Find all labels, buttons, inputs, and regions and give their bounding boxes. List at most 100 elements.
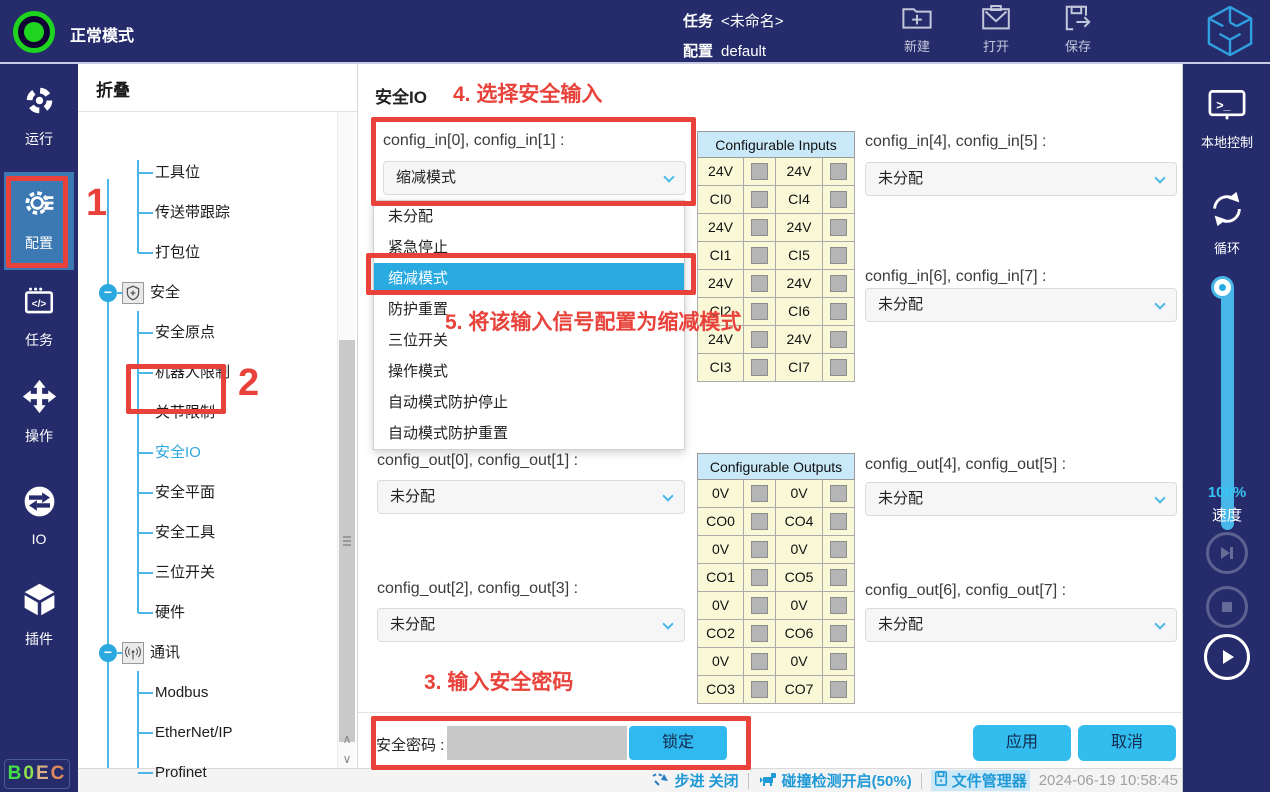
config-in67-select[interactable]: 未分配 (865, 288, 1177, 322)
io-checkbox[interactable] (830, 275, 847, 292)
cycle-button[interactable]: 循环 (1183, 190, 1270, 257)
io-checkbox[interactable] (751, 513, 768, 530)
new-file-icon (901, 8, 933, 35)
io-checkbox[interactable] (751, 485, 768, 502)
collapse-toggle-icon[interactable]: − (99, 284, 117, 302)
io-checkbox[interactable] (830, 625, 847, 642)
io-checkbox[interactable] (830, 191, 847, 208)
io-checkbox[interactable] (751, 541, 768, 558)
io-checkbox[interactable] (830, 163, 847, 180)
config-out67-select[interactable]: 未分配 (865, 608, 1177, 642)
tree-item-14[interactable]: EtherNet/IP (78, 713, 334, 753)
io-checkbox[interactable] (751, 359, 768, 376)
io-checkbox[interactable] (830, 485, 847, 502)
io-checkbox[interactable] (751, 275, 768, 292)
io-terminal-cell: CO1 (697, 564, 744, 592)
tree-item-9[interactable]: 安全工具 (78, 513, 334, 553)
play-button[interactable] (1204, 634, 1250, 680)
io-checkbox[interactable] (751, 191, 768, 208)
apply-button[interactable]: 应用 (973, 725, 1071, 761)
tree-item-0[interactable]: 工具位 (78, 153, 334, 193)
tree-item-3[interactable]: − 安全 (78, 273, 334, 313)
tree-item-1[interactable]: 传送带跟踪 (78, 193, 334, 233)
save-button[interactable]: 保存 (1046, 4, 1110, 55)
dropdown-option-3[interactable]: 防护重置 (374, 294, 684, 325)
file-manager-button[interactable]: 文件管理器 (930, 770, 1030, 791)
tree-item-8[interactable]: 安全平面 (78, 473, 334, 513)
tree-item-5[interactable]: 机器人限制 (78, 353, 334, 393)
dropdown-option-5[interactable]: 操作模式 (374, 356, 684, 387)
io-checkbox[interactable] (830, 303, 847, 320)
io-checkbox[interactable] (751, 653, 768, 670)
stop-button[interactable] (1206, 586, 1248, 628)
config-out23-select[interactable]: 未分配 (377, 608, 685, 642)
dropdown-option-6[interactable]: 自动模式防护停止 (374, 387, 684, 418)
tree-scrollbar[interactable]: ∧ ∨ (337, 112, 355, 768)
io-checkbox[interactable] (830, 653, 847, 670)
tree-item-2[interactable]: 打包位 (78, 233, 334, 273)
dropdown-option-1[interactable]: 紧急停止 (374, 232, 684, 263)
io-checkbox[interactable] (830, 247, 847, 264)
config-in45-select[interactable]: 未分配 (865, 162, 1177, 196)
collapse-all-label[interactable]: 折叠 (96, 76, 130, 101)
tree-item-10[interactable]: 三位开关 (78, 553, 334, 593)
io-checkbox[interactable] (751, 331, 768, 348)
io-checkbox[interactable] (751, 219, 768, 236)
new-button[interactable]: 新建 (885, 4, 949, 55)
lock-button[interactable]: 锁定 (629, 726, 727, 760)
sidebar-item-plugin[interactable]: 插件 (0, 582, 78, 649)
collision-detect-toggle[interactable]: 碰撞检测开启(50%) (758, 770, 912, 791)
step-forward-button[interactable] (1206, 532, 1248, 574)
dropdown-option-4[interactable]: 三位开关 (374, 325, 684, 356)
tree-item-label: 关节限制 (155, 404, 216, 421)
scrollbar-thumb[interactable] (339, 340, 355, 742)
io-checkbox[interactable] (751, 163, 768, 180)
io-checkbox[interactable] (830, 681, 847, 698)
config-out01-select[interactable]: 未分配 (377, 480, 685, 514)
io-checkbox[interactable] (751, 569, 768, 586)
tree-item-13[interactable]: Modbus (78, 673, 334, 713)
scroll-down-icon[interactable]: ∨ (338, 750, 356, 768)
io-checkbox[interactable] (751, 247, 768, 264)
io-checkbox[interactable] (830, 513, 847, 530)
speed-slider-handle[interactable] (1214, 279, 1231, 296)
scroll-up-icon[interactable]: ∧ (338, 730, 356, 748)
robot-status-icon[interactable] (13, 11, 55, 53)
collapse-toggle-icon[interactable]: − (99, 644, 117, 662)
io-checkbox[interactable] (751, 681, 768, 698)
io-checkbox[interactable] (830, 597, 847, 614)
io-checkbox[interactable] (751, 303, 768, 320)
tree-item-11[interactable]: 硬件 (78, 593, 334, 633)
tree-item-12[interactable]: − 通讯 (78, 633, 334, 673)
sidebar-item-settings[interactable]: 配置 (4, 172, 74, 270)
sidebar-item-run[interactable]: 运行 (0, 84, 78, 149)
safety-password-input[interactable] (447, 726, 627, 760)
io-checkbox[interactable] (830, 569, 847, 586)
io-arrows-icon (22, 486, 57, 523)
io-checkbox[interactable] (830, 359, 847, 376)
cancel-button[interactable]: 取消 (1078, 725, 1176, 761)
io-checkbox[interactable] (830, 541, 847, 558)
io-checkbox[interactable] (830, 219, 847, 236)
sidebar-item-operate[interactable]: 操作 (0, 379, 78, 446)
io-checkbox[interactable] (751, 625, 768, 642)
config-out45-select[interactable]: 未分配 (865, 482, 1177, 516)
step-mode-toggle[interactable]: 步进 关闭 (651, 770, 739, 791)
tree-item-4[interactable]: 安全原点 (78, 313, 334, 353)
table-row: 0V 0V (697, 536, 855, 564)
config-in01-select[interactable]: 缩减模式 (383, 161, 686, 195)
io-checkbox[interactable] (751, 597, 768, 614)
table-row: CI2 CI6 (697, 298, 855, 326)
io-checkbox[interactable] (830, 331, 847, 348)
dropdown-option-7[interactable]: 自动模式防护重置 (374, 418, 684, 449)
open-button[interactable]: 打开 (964, 4, 1028, 55)
tree-item-6[interactable]: 关节限制 (78, 393, 334, 433)
dropdown-option-2[interactable]: 缩减模式 (374, 263, 684, 294)
chevron-down-icon (1154, 298, 1166, 310)
tree-item-15[interactable]: Profinet (78, 753, 334, 792)
local-control-button[interactable]: >_ 本地控制 (1183, 86, 1270, 151)
tree-item-7[interactable]: 安全IO (78, 433, 334, 473)
sidebar-item-task[interactable]: </> 任务 (0, 284, 78, 350)
sidebar-item-io[interactable]: IO (0, 484, 78, 547)
dropdown-option-0[interactable]: 未分配 (374, 201, 684, 232)
